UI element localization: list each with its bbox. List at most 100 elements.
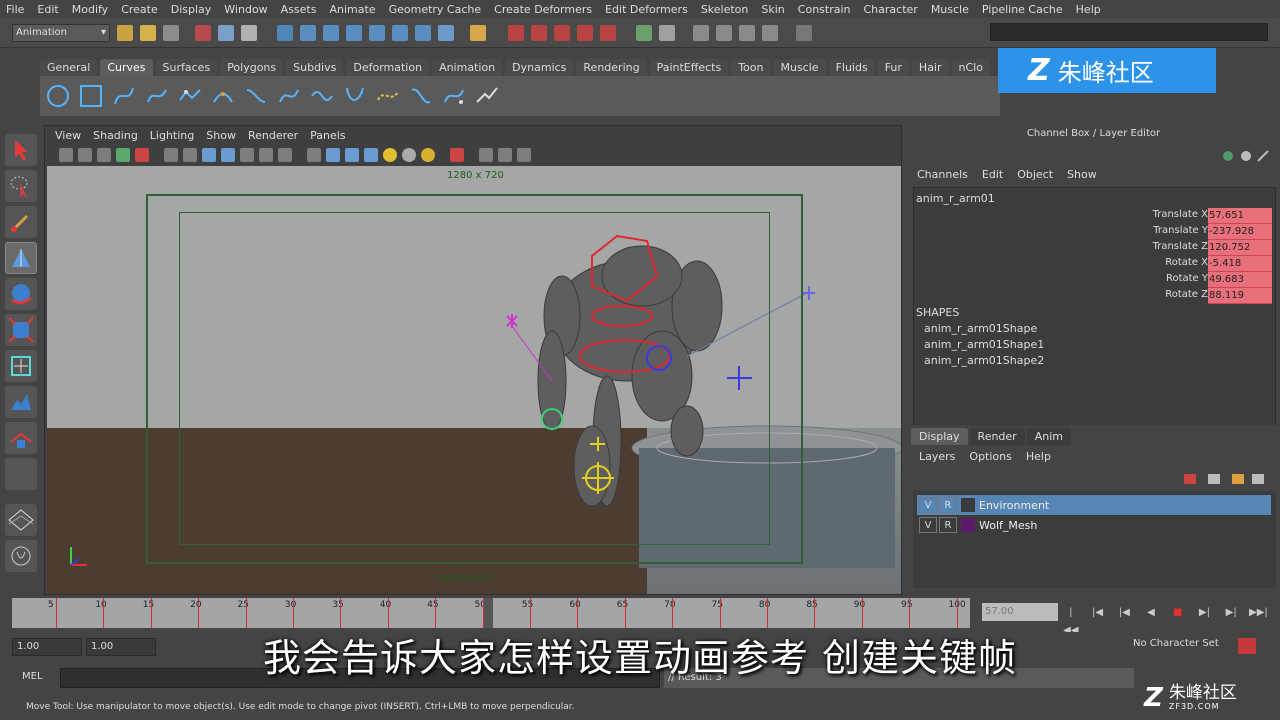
layer-menu-layers[interactable]: Layers xyxy=(919,450,955,463)
channel-value[interactable]: 88.119 xyxy=(1208,288,1272,304)
xray-icon[interactable] xyxy=(479,148,493,162)
menu-animate[interactable]: Animate xyxy=(329,3,375,16)
layer-tab-display[interactable]: Display xyxy=(911,428,968,445)
layer-menu-options[interactable]: Options xyxy=(969,450,1011,463)
channel-value[interactable]: -5.418 xyxy=(1208,256,1272,272)
film-gate-icon[interactable] xyxy=(183,148,197,162)
select-rendering-icon[interactable] xyxy=(415,24,431,41)
perspective-viewport[interactable]: View Shading Lighting Show Renderer Panels xyxy=(44,125,902,595)
viewport-menu-shading[interactable]: Shading xyxy=(93,129,138,142)
high-quality-icon[interactable] xyxy=(421,148,435,162)
reverse-curve-icon[interactable] xyxy=(409,84,433,108)
select-curves-icon[interactable] xyxy=(323,24,339,41)
image-plane-icon[interactable] xyxy=(116,148,130,162)
extend-curve-icon[interactable] xyxy=(343,84,367,108)
channel-label[interactable]: Rotate Z xyxy=(1165,289,1208,300)
channel-menu-edit[interactable]: Edit xyxy=(982,168,1003,181)
render-frame-icon[interactable] xyxy=(716,24,732,41)
attribute-editor-toggle-icon[interactable] xyxy=(1241,151,1251,161)
quick-input-field[interactable] xyxy=(990,23,1268,41)
snap-point-icon[interactable] xyxy=(554,24,570,41)
channel-label[interactable]: Translate X xyxy=(1153,209,1208,220)
use-all-lights-icon[interactable] xyxy=(383,148,397,162)
ipr-render-icon[interactable] xyxy=(739,24,755,41)
pencil-curve-icon[interactable] xyxy=(178,84,202,108)
layer-color-swatch[interactable] xyxy=(961,518,975,532)
menu-file[interactable]: File xyxy=(6,3,24,16)
layout-single-button[interactable] xyxy=(5,504,37,536)
render-settings-icon[interactable] xyxy=(762,24,778,41)
field-chart-icon[interactable] xyxy=(240,148,254,162)
channel-value[interactable]: -237.928 xyxy=(1208,224,1272,240)
two-d-pan-zoom-icon[interactable] xyxy=(135,148,149,162)
textured-icon[interactable] xyxy=(364,148,378,162)
menu-edit-deformers[interactable]: Edit Deformers xyxy=(605,3,688,16)
channel-value[interactable]: 57.651 xyxy=(1208,208,1272,224)
shadows-icon[interactable] xyxy=(402,148,416,162)
circle-icon[interactable] xyxy=(46,84,70,108)
wireframe-icon[interactable] xyxy=(307,148,321,162)
snap-view-plane-icon[interactable] xyxy=(577,24,593,41)
camera-attributes-icon[interactable] xyxy=(78,148,92,162)
cv-curve-icon[interactable] xyxy=(112,84,136,108)
time-slider[interactable]: 5101520253035404550556065707580859095100 xyxy=(12,598,970,628)
menu-set-select[interactable]: Animation xyxy=(12,23,110,42)
square-icon[interactable] xyxy=(79,84,103,108)
detach-curves-icon[interactable] xyxy=(277,84,301,108)
construction-history-icon[interactable] xyxy=(659,24,675,41)
make-live-icon[interactable] xyxy=(600,24,616,41)
universal-manipulator-button[interactable] xyxy=(5,350,37,382)
menu-edit[interactable]: Edit xyxy=(37,3,58,16)
last-tool-button[interactable] xyxy=(5,458,37,490)
menu-display[interactable]: Display xyxy=(171,3,212,16)
rotate-tool-button[interactable] xyxy=(5,278,37,310)
lasso-tool-button[interactable] xyxy=(5,170,37,202)
sidebar-toggle-icon[interactable] xyxy=(796,24,812,41)
new-empty-layer-icon[interactable] xyxy=(1184,474,1196,484)
menu-modify[interactable]: Modify xyxy=(72,3,108,16)
channel-row[interactable]: Rotate X -5.418 xyxy=(914,256,1272,272)
move-layer-down-icon[interactable] xyxy=(1252,474,1264,484)
rebuild-curve-icon[interactable] xyxy=(442,84,466,108)
select-component-icon[interactable] xyxy=(241,24,257,41)
select-tool-button[interactable] xyxy=(5,134,37,166)
menu-skeleton[interactable]: Skeleton xyxy=(701,3,749,16)
shelf-tab-subdivs[interactable]: Subdivs xyxy=(286,59,344,76)
shelf-tab-dynamics[interactable]: Dynamics xyxy=(505,59,574,76)
select-misc-icon[interactable] xyxy=(438,24,454,41)
step-back-frame-icon[interactable]: |◀ xyxy=(1089,604,1107,622)
shape-item[interactable]: anim_r_arm01Shape xyxy=(924,322,1037,335)
layer-visibility-toggle[interactable]: V xyxy=(919,497,937,513)
channel-label[interactable]: Rotate Y xyxy=(1166,273,1208,284)
channel-box-toggle-icon[interactable] xyxy=(1223,151,1233,161)
shelf-tab-fluids[interactable]: Fluids xyxy=(828,59,875,76)
shelf-tab-surfaces[interactable]: Surfaces xyxy=(155,59,218,76)
select-surfaces-icon[interactable] xyxy=(346,24,362,41)
menu-constrain[interactable]: Constrain xyxy=(798,3,851,16)
xray-components-icon[interactable] xyxy=(517,148,531,162)
snap-curve-icon[interactable] xyxy=(531,24,547,41)
step-forward-key-icon[interactable]: ▶| xyxy=(1222,604,1240,622)
menu-character[interactable]: Character xyxy=(864,3,918,16)
shelf-tab-toon[interactable]: Toon xyxy=(731,59,771,76)
shelf-tab-general[interactable]: General xyxy=(40,59,98,76)
channel-label[interactable]: Rotate X xyxy=(1165,257,1208,268)
shape-item[interactable]: anim_r_arm01Shape2 xyxy=(924,354,1044,367)
menu-create-deformers[interactable]: Create Deformers xyxy=(494,3,592,16)
menu-help[interactable]: Help xyxy=(1076,3,1101,16)
menu-create[interactable]: Create xyxy=(121,3,158,16)
play-forwards-icon[interactable]: ▶| xyxy=(1196,604,1214,622)
paint-select-tool-button[interactable] xyxy=(5,206,37,238)
menu-assets[interactable]: Assets xyxy=(281,3,317,16)
soft-mod-tool-button[interactable] xyxy=(5,386,37,418)
lock-selection-icon[interactable] xyxy=(470,24,486,41)
shelf-tab-muscle[interactable]: Muscle xyxy=(773,59,826,76)
ep-curve-icon[interactable] xyxy=(145,84,169,108)
viewport-scene[interactable]: 1280 x 720 shotCam01 xyxy=(47,166,901,594)
input-output-icon[interactable] xyxy=(636,24,652,41)
channel-value[interactable]: 120.752 xyxy=(1208,240,1272,256)
channel-row[interactable]: Translate X 57.651 xyxy=(914,208,1272,224)
layer-name[interactable]: Wolf_Mesh xyxy=(979,519,1037,532)
stop-icon[interactable]: ■ xyxy=(1169,604,1187,622)
arc-tool-icon[interactable] xyxy=(211,84,235,108)
